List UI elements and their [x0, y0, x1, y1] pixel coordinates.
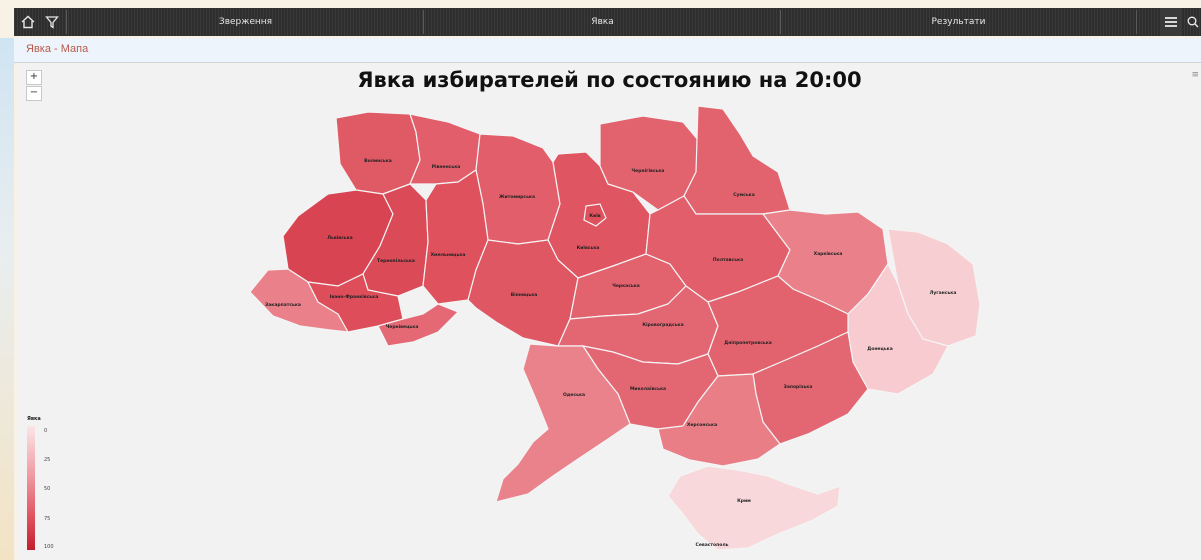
- label-crimea: Крим: [737, 498, 751, 504]
- legend-tick: 25: [44, 457, 51, 463]
- label-sumy: Сумська: [733, 192, 755, 198]
- label-khmelnytskyi: Хмельницька: [431, 252, 466, 258]
- label-kherson: Херсонська: [687, 422, 717, 428]
- label-luhansk: Луганська: [930, 290, 957, 296]
- label-volyn: Волинська: [364, 158, 392, 164]
- tab-yavka[interactable]: Явка: [423, 10, 781, 34]
- legend-tick: 100: [44, 544, 54, 550]
- label-kharkiv: Харківська: [814, 251, 843, 257]
- label-ternopil: Тернопільська: [377, 258, 415, 264]
- label-poltava: Полтавська: [713, 257, 743, 263]
- left-panel-strip: [0, 38, 14, 560]
- legend-tick: 75: [44, 516, 51, 522]
- menu-icon: [1165, 17, 1177, 27]
- label-ivano_frankivsk: Івано-Франківська: [330, 294, 379, 300]
- label-sevastopol: Севастополь: [696, 542, 729, 548]
- top-toolbar: Зверження Явка Результати: [14, 8, 1201, 36]
- label-kyiv_obl: Київська: [577, 245, 600, 251]
- label-odesa: Одеська: [563, 392, 585, 398]
- map-canvas: + − Явка избирателей по состоянию на 20:…: [18, 64, 1201, 560]
- tab-zvernennia[interactable]: Зверження: [66, 10, 424, 34]
- label-zhytomyr: Житомирська: [499, 194, 535, 200]
- filter-button[interactable]: [42, 8, 62, 36]
- label-donetsk: Донецька: [867, 346, 893, 352]
- home-icon: [21, 15, 35, 29]
- home-button[interactable]: [18, 8, 38, 36]
- breadcrumb-bar: Явка - Мапа: [14, 38, 1201, 63]
- legend-tick: 0: [44, 428, 48, 434]
- label-kyiv_city: Київ: [589, 213, 600, 219]
- region-rivne[interactable]: [409, 113, 481, 185]
- breadcrumb[interactable]: Явка - Мапа: [26, 43, 88, 55]
- tab-rezultaty[interactable]: Результати: [780, 10, 1137, 34]
- label-zaporizhzhia: Запорізька: [784, 384, 813, 390]
- legend-title: Явка: [27, 416, 41, 422]
- menu-button[interactable]: [1160, 8, 1182, 36]
- label-vinnytsia: Вінницька: [511, 292, 538, 298]
- label-chernivtsi: Чернівецька: [386, 324, 419, 330]
- map-svg: Волинська Рівненська Житомирська Київськ…: [249, 105, 981, 551]
- search-icon: [1187, 16, 1198, 28]
- label-dnipropetrovsk: Дніпропетровська: [724, 340, 772, 346]
- label-rivne: Рівненська: [432, 164, 461, 170]
- label-kirovohrad: Кіровоградська: [642, 322, 683, 328]
- label-zakarpattia: Закарпатська: [265, 302, 301, 308]
- region-crimea[interactable]: [667, 465, 841, 551]
- filter-icon: [45, 16, 59, 29]
- legend-tick: 50: [44, 486, 51, 492]
- region-volyn[interactable]: [335, 111, 421, 195]
- region-zhytomyr[interactable]: [475, 133, 561, 245]
- label-chernihiv: Чернігівська: [632, 168, 665, 174]
- search-button[interactable]: [1184, 8, 1201, 36]
- legend-color-bar: [27, 426, 35, 550]
- label-mykolaiv: Миколаївська: [630, 386, 666, 392]
- label-cherkasy: Черкаська: [612, 283, 640, 289]
- label-lviv: Львівська: [327, 235, 352, 241]
